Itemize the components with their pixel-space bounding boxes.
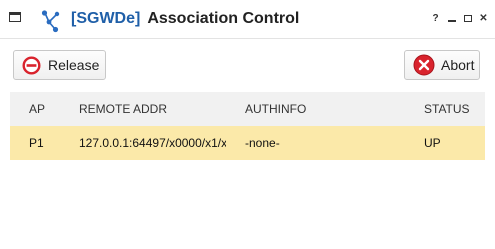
network-node-icon [41, 10, 60, 33]
title-prefix: [SGWDe] [71, 10, 141, 27]
association-control-window: [SGWDe] Association Control ? Release Abo… [0, 0, 495, 249]
maximize-icon[interactable] [462, 12, 473, 24]
column-header-remote-addr[interactable]: REMOTE ADDR [79, 102, 226, 116]
abort-button[interactable]: Abort [404, 50, 480, 80]
no-entry-icon [22, 55, 41, 75]
title-divider [0, 38, 495, 39]
column-header-status[interactable]: STATUS [424, 102, 484, 116]
abort-x-icon [413, 54, 435, 76]
column-header-ap[interactable]: AP [29, 102, 69, 116]
association-table: AP REMOTE ADDR AUTHINFO STATUS P1 127.0.… [10, 92, 485, 160]
window-controls: ? [430, 12, 489, 24]
minimize-icon[interactable] [446, 12, 457, 24]
cell-status: UP [424, 136, 441, 150]
help-icon[interactable]: ? [430, 12, 441, 24]
cell-authinfo: -none- [245, 136, 280, 150]
window-title: [SGWDe] Association Control [71, 10, 299, 28]
cell-remote-addr: 127.0.0.1:64497/x0000/x1/x [79, 136, 226, 150]
table-header: AP REMOTE ADDR AUTHINFO STATUS [10, 92, 485, 126]
release-label: Release [48, 57, 100, 73]
title-main: Association Control [147, 10, 300, 27]
cell-ap: P1 [29, 136, 44, 150]
abort-label: Abort [441, 57, 475, 73]
column-header-authinfo[interactable]: AUTHINFO [245, 102, 395, 116]
release-button[interactable]: Release [13, 50, 106, 80]
table-row[interactable]: P1 127.0.0.1:64497/x0000/x1/x -none- UP [10, 126, 485, 160]
title-bar: [SGWDe] Association Control ? [0, 0, 495, 38]
close-icon[interactable] [478, 12, 489, 24]
window-menu-icon[interactable] [9, 12, 21, 22]
